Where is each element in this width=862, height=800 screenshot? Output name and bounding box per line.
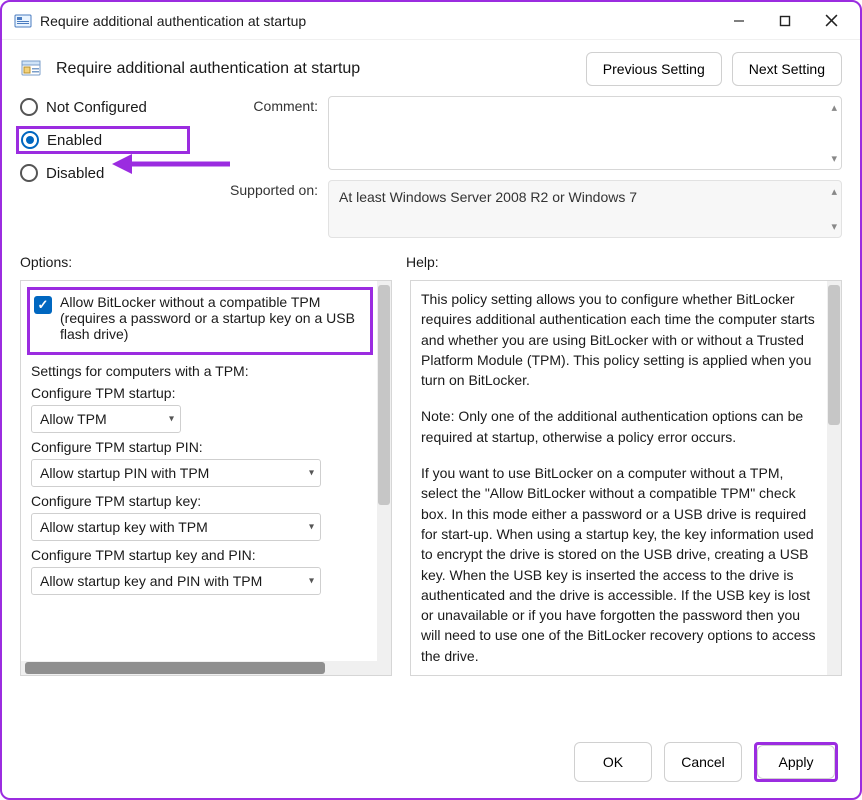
comment-field-row: Comment: ▴ ▾ xyxy=(208,96,842,170)
radio-not-configured[interactable]: Not Configured xyxy=(20,98,190,116)
dropdown-value: Allow startup PIN with TPM xyxy=(40,465,209,481)
previous-setting-button[interactable]: Previous Setting xyxy=(586,52,722,86)
checkbox-checked-icon: ✓ xyxy=(34,296,52,314)
chevron-down-icon: ▾ xyxy=(309,576,314,587)
dropdown-value: Allow TPM xyxy=(40,411,107,427)
ok-button[interactable]: OK xyxy=(574,742,652,782)
help-vertical-scrollbar[interactable] xyxy=(827,281,841,675)
dialog-window: Require additional authentication at sta… xyxy=(0,0,862,800)
annotation-arrow xyxy=(112,152,232,176)
scroll-down-icon[interactable]: ▾ xyxy=(831,152,837,165)
dropdown-value: Allow startup key and PIN with TPM xyxy=(40,573,262,589)
section-labels: Options: Help: xyxy=(2,242,860,276)
annotation-enabled-box: Enabled xyxy=(16,126,190,154)
supported-on-label: Supported on: xyxy=(208,180,318,198)
tpm-key-label: Configure TPM startup key: xyxy=(31,493,371,509)
radio-icon xyxy=(21,131,39,149)
help-text: This policy setting allows you to config… xyxy=(411,281,827,675)
radio-label: Not Configured xyxy=(46,99,147,116)
comment-textarea[interactable]: ▴ ▾ xyxy=(328,96,842,170)
titlebar: Require additional authentication at sta… xyxy=(2,2,860,40)
scroll-up-icon[interactable]: ▴ xyxy=(831,185,837,198)
dialog-footer: OK Cancel Apply xyxy=(574,742,838,782)
help-panel: This policy setting allows you to config… xyxy=(410,280,842,676)
annotation-apply-box: Apply xyxy=(754,742,838,782)
apply-button[interactable]: Apply xyxy=(757,745,835,779)
comment-label: Comment: xyxy=(208,96,318,114)
supported-on-row: Supported on: At least Windows Server 20… xyxy=(208,180,842,238)
scroll-up-icon[interactable]: ▴ xyxy=(831,101,837,114)
header: Require additional authentication at sta… xyxy=(2,40,860,92)
dropdown-value: Allow startup key with TPM xyxy=(40,519,208,535)
page-title: Require additional authentication at sta… xyxy=(56,60,360,78)
scroll-down-icon[interactable]: ▾ xyxy=(831,220,837,233)
policy-icon xyxy=(14,12,32,30)
options-panel: ✓ Allow BitLocker without a compatible T… xyxy=(20,280,392,676)
allow-no-tpm-label: Allow BitLocker without a compatible TPM… xyxy=(60,294,366,342)
help-paragraph: This policy setting allows you to config… xyxy=(421,289,821,390)
options-vertical-scrollbar[interactable] xyxy=(377,281,391,675)
tpm-keypin-label: Configure TPM startup key and PIN: xyxy=(31,547,371,563)
tpm-settings-heading: Settings for computers with a TPM: xyxy=(31,363,371,379)
close-button[interactable] xyxy=(808,5,854,37)
tpm-keypin-dropdown[interactable]: Allow startup key and PIN with TPM ▾ xyxy=(31,567,321,595)
window-title: Require additional authentication at sta… xyxy=(40,13,306,29)
cancel-button[interactable]: Cancel xyxy=(664,742,742,782)
next-setting-button[interactable]: Next Setting xyxy=(732,52,842,86)
policy-item-icon xyxy=(20,58,42,80)
chevron-down-icon: ▾ xyxy=(309,522,314,533)
help-paragraph: If you want to use BitLocker on a comput… xyxy=(421,463,821,666)
tpm-pin-label: Configure TPM startup PIN: xyxy=(31,439,371,455)
tpm-pin-dropdown[interactable]: Allow startup PIN with TPM ▾ xyxy=(31,459,321,487)
panels: ✓ Allow BitLocker without a compatible T… xyxy=(2,276,860,676)
radio-label: Enabled xyxy=(47,132,102,149)
radio-enabled[interactable]: Enabled xyxy=(21,131,181,149)
options-horizontal-scrollbar[interactable] xyxy=(21,661,377,675)
chevron-down-icon: ▾ xyxy=(309,468,314,479)
help-label: Help: xyxy=(406,254,842,270)
tpm-startup-label: Configure TPM startup: xyxy=(31,385,371,401)
minimize-button[interactable] xyxy=(716,5,762,37)
radio-icon xyxy=(20,164,38,182)
supported-on-value: At least Windows Server 2008 R2 or Windo… xyxy=(339,189,637,205)
radio-label: Disabled xyxy=(46,165,104,182)
options-label: Options: xyxy=(20,254,386,270)
tpm-key-dropdown[interactable]: Allow startup key with TPM ▾ xyxy=(31,513,321,541)
chevron-down-icon: ▾ xyxy=(169,414,174,425)
allow-no-tpm-checkbox-row[interactable]: ✓ Allow BitLocker without a compatible T… xyxy=(34,294,366,342)
radio-icon xyxy=(20,98,38,116)
help-paragraph: Note: Only one of the additional authent… xyxy=(421,406,821,447)
tpm-startup-dropdown[interactable]: Allow TPM ▾ xyxy=(31,405,181,433)
annotation-allow-no-tpm-box: ✓ Allow BitLocker without a compatible T… xyxy=(27,287,373,355)
supported-on-value-box: At least Windows Server 2008 R2 or Windo… xyxy=(328,180,842,238)
maximize-button[interactable] xyxy=(762,5,808,37)
